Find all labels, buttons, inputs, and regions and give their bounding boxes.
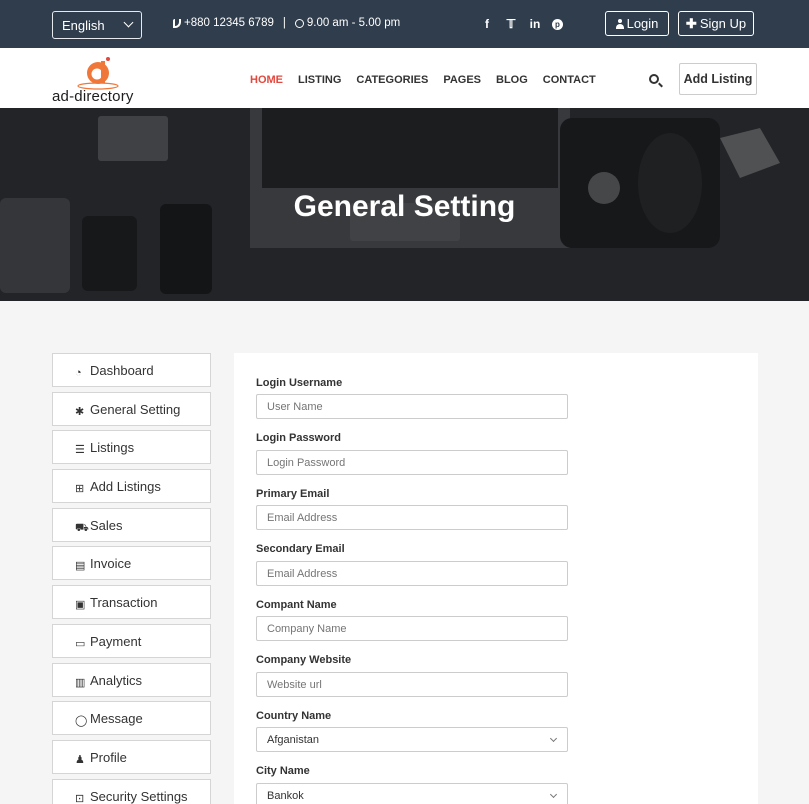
- hero-banner: General Setting: [0, 108, 809, 301]
- dashboard-sidebar: ◔ Dashboard ✱ General Setting ☰ Listings ⊞ Add …: [52, 353, 211, 804]
- sidebar-item-security-settings[interactable]: ⊡ Security Settings: [52, 778, 211, 804]
- search-icon[interactable]: [649, 74, 659, 84]
- sidebar-item-general-setting[interactable]: ✱ General Setting: [52, 391, 211, 426]
- field-label: City Name: [256, 765, 310, 777]
- gear-icon: ✱: [75, 405, 85, 418]
- comment-icon: ◯: [75, 715, 88, 728]
- nav-item-home[interactable]: HOME: [250, 74, 283, 86]
- contact-info: +880 12345 6789 | 9.00 am - 5.00 pm: [173, 17, 400, 29]
- pinterest-icon[interactable]: p: [552, 19, 563, 31]
- twitter-icon[interactable]: 𝕋: [504, 17, 518, 31]
- field-label: Compant Name: [256, 599, 337, 611]
- nav-item-contact[interactable]: CONTACT: [543, 74, 596, 86]
- credit-card-icon: ▭: [75, 637, 86, 650]
- sidebar-item-label: Dashboard: [90, 363, 154, 378]
- chevron-down-icon: [123, 17, 134, 28]
- sidebar-item-dashboard[interactable]: ◔ Dashboard: [52, 353, 211, 387]
- field-label: Login Password: [256, 432, 341, 444]
- compant-name-input[interactable]: [256, 616, 568, 641]
- linkedin-icon[interactable]: in: [528, 17, 542, 31]
- sidebar-item-label: Profile: [90, 749, 127, 765]
- country-value: Afganistan: [267, 734, 319, 746]
- secondary-email-input[interactable]: [256, 561, 568, 586]
- cart-icon: ⛟: [75, 521, 89, 534]
- sidebar-item-payment[interactable]: ▭ Payment: [52, 623, 211, 658]
- language-select[interactable]: English: [52, 11, 142, 39]
- sidebar-item-label: Sales: [90, 517, 123, 533]
- field-label: Secondary Email: [256, 543, 345, 555]
- sidebar-item-label: Payment: [90, 633, 142, 649]
- chevron-down-icon: [549, 734, 558, 743]
- sidebar-item-label: General Setting: [90, 401, 181, 417]
- city-select[interactable]: Bankok: [256, 783, 568, 804]
- sidebar-item-profile[interactable]: ♟ Profile: [52, 739, 211, 774]
- user-icon: ♟: [75, 753, 85, 766]
- money-icon: ▣: [75, 599, 86, 612]
- business-hours: 9.00 am - 5.00 pm: [306, 17, 401, 29]
- sidebar-item-label: Add Listings: [90, 479, 161, 495]
- login-button[interactable]: Login: [605, 11, 669, 36]
- page-title: General Setting: [293, 190, 516, 223]
- contact-separator: |: [282, 17, 286, 29]
- city-value: Bankok: [267, 790, 304, 802]
- file-icon: ▤: [75, 560, 86, 573]
- plus-icon: ✚: [685, 16, 697, 31]
- sidebar-item-listings[interactable]: ☰ Listings: [52, 430, 211, 465]
- language-value: English: [62, 18, 105, 33]
- sidebar-item-message[interactable]: ◯ Message: [52, 701, 211, 736]
- signup-button[interactable]: ✚ Sign Up: [678, 11, 754, 36]
- signup-label: Sign Up: [699, 16, 747, 31]
- nav-item-listing[interactable]: LISTING: [298, 74, 341, 86]
- sidebar-item-sales[interactable]: ⛟Sales: [52, 507, 211, 542]
- facebook-icon[interactable]: f: [480, 17, 494, 31]
- country-select[interactable]: Afganistan: [256, 727, 568, 752]
- phone-icon: [173, 18, 181, 28]
- sidebar-item-label: Security Settings: [90, 788, 188, 804]
- clock-icon: [294, 18, 304, 28]
- field-label: Company Website: [256, 654, 352, 666]
- list-icon: ☰: [75, 444, 85, 457]
- logo-text: ad-directory: [52, 88, 134, 105]
- dashboard-icon: ◔: [75, 367, 82, 379]
- nav-item-pages[interactable]: PAGES: [443, 74, 481, 86]
- field-label: Login Username: [256, 377, 343, 389]
- sidebar-item-label: Analytics: [90, 672, 143, 688]
- nav-item-blog[interactable]: BLOG: [496, 74, 528, 86]
- bar-chart-icon: ▥: [75, 676, 86, 689]
- sidebar-item-label: Invoice: [90, 556, 132, 572]
- user-icon: [615, 19, 624, 29]
- chevron-down-icon: [549, 790, 558, 799]
- social-links: f 𝕋in p: [480, 17, 573, 31]
- main-header: ad-directory HOME LISTING CATEGORIES PAGES B…: [0, 48, 809, 108]
- field-label: Primary Email: [256, 488, 330, 500]
- sidebar-item-transaction[interactable]: ▣ Transaction: [52, 585, 211, 620]
- plus-square-icon: ⊞: [75, 483, 85, 496]
- nav-item-categories[interactable]: CATEGORIES: [356, 74, 428, 86]
- company-website-input[interactable]: [256, 672, 568, 697]
- sidebar-item-label: Transaction: [90, 595, 158, 611]
- login-label: Login: [626, 16, 659, 31]
- login-username-input[interactable]: [256, 394, 568, 419]
- login-password-input[interactable]: [256, 450, 568, 475]
- top-bar: English +880 12345 6789 | 9.00 am - 5.00 p…: [0, 0, 809, 48]
- sidebar-item-add-listings[interactable]: ⊞ Add Listings: [52, 469, 211, 504]
- sidebar-item-label: Message: [90, 711, 143, 727]
- sidebar-item-analytics[interactable]: ▥ Analytics: [52, 662, 211, 697]
- sidebar-item-label: Listings: [90, 440, 135, 456]
- field-label: Country Name: [256, 710, 332, 722]
- primary-email-input[interactable]: [256, 505, 568, 530]
- sidebar-item-invoice[interactable]: ▤ Invoice: [52, 546, 211, 581]
- phone-number: +880 12345 6789: [184, 17, 274, 29]
- lock-icon: ⊡: [75, 792, 85, 804]
- add-listing-button[interactable]: Add Listing: [679, 63, 757, 95]
- main-nav: HOME LISTING CATEGORIES PAGES BLOG CONTACT: [250, 74, 611, 86]
